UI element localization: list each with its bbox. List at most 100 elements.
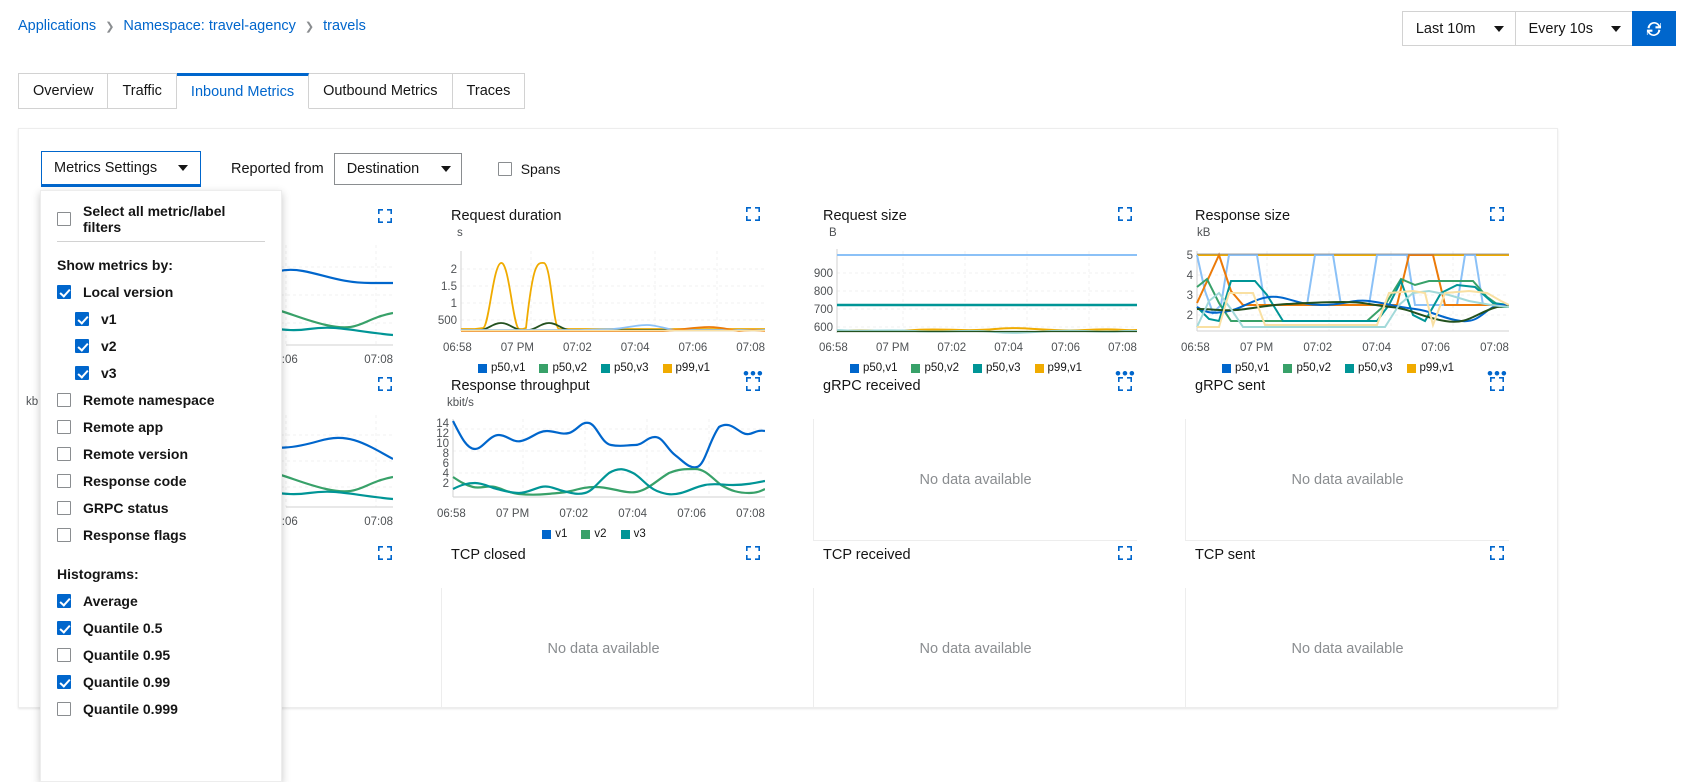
expand-icon[interactable] bbox=[1118, 207, 1132, 221]
filter-v1[interactable]: v1 bbox=[41, 305, 281, 332]
divider bbox=[57, 241, 265, 242]
legend-item[interactable]: p99,v1 bbox=[1407, 362, 1455, 374]
checkbox-box[interactable] bbox=[57, 702, 71, 716]
histogram-quantile-0-999[interactable]: Quantile 0.999 bbox=[41, 695, 281, 722]
panel-title: gRPC received bbox=[823, 378, 921, 394]
legend-item[interactable]: p50,v2 bbox=[911, 362, 959, 374]
x-tick: 07 PM bbox=[1240, 342, 1273, 354]
expand-icon[interactable] bbox=[746, 546, 760, 560]
legend-item[interactable]: p50,v1 bbox=[850, 362, 898, 374]
legend-item[interactable]: p50,v3 bbox=[1345, 362, 1393, 374]
histogram-quantile-0-95[interactable]: Quantile 0.95 bbox=[41, 641, 281, 668]
checkbox-box[interactable] bbox=[57, 212, 71, 226]
legend-item[interactable]: p50,v2 bbox=[539, 362, 587, 374]
legend-item[interactable]: p50,v3 bbox=[973, 362, 1021, 374]
breadcrumb-item-travels[interactable]: travels bbox=[323, 18, 366, 34]
legend-swatch bbox=[621, 530, 630, 539]
tab-traces[interactable]: Traces bbox=[453, 73, 526, 109]
expand-icon[interactable] bbox=[378, 546, 392, 560]
legend-label: p50,v2 bbox=[1296, 362, 1331, 374]
expand-icon[interactable] bbox=[746, 377, 760, 391]
legend-item[interactable]: v3 bbox=[621, 528, 646, 540]
expand-icon[interactable] bbox=[1490, 546, 1504, 560]
filter-label: Remote namespace bbox=[83, 392, 215, 408]
legend-item[interactable]: p50,v2 bbox=[1283, 362, 1331, 374]
tab-label: Outbound Metrics bbox=[323, 83, 437, 99]
checkbox-box[interactable] bbox=[57, 474, 71, 488]
expand-icon[interactable] bbox=[1118, 546, 1132, 560]
filter-grpc-status[interactable]: GRPC status bbox=[41, 494, 281, 521]
partial-y-unit-label: kb bbox=[26, 396, 38, 408]
x-tick: 07:08 bbox=[364, 516, 393, 528]
tab-traffic[interactable]: Traffic bbox=[108, 73, 176, 109]
panel-title: gRPC sent bbox=[1195, 378, 1265, 394]
panel-header: TCP received bbox=[785, 544, 1137, 566]
checkbox-box[interactable] bbox=[57, 675, 71, 689]
legend-item[interactable]: p50,v1 bbox=[1222, 362, 1270, 374]
checkbox-box[interactable] bbox=[57, 594, 71, 608]
legend-item[interactable]: p50,v1 bbox=[478, 362, 526, 374]
tab-outbound-metrics[interactable]: Outbound Metrics bbox=[309, 73, 452, 109]
expand-icon[interactable] bbox=[378, 209, 392, 223]
spans-checkbox[interactable]: Spans bbox=[498, 161, 561, 177]
x-tick: 07:06 bbox=[1421, 342, 1450, 354]
expand-icon[interactable] bbox=[1118, 377, 1132, 391]
filter-label: Remote app bbox=[83, 419, 163, 435]
refresh-interval-select[interactable]: Every 10s bbox=[1515, 11, 1632, 46]
filter-response-code[interactable]: Response code bbox=[41, 467, 281, 494]
metrics-settings-button[interactable]: Metrics Settings bbox=[41, 151, 201, 187]
tab-overview[interactable]: Overview bbox=[18, 73, 108, 109]
tab-inbound-metrics[interactable]: Inbound Metrics bbox=[177, 73, 309, 109]
svg-text:800: 800 bbox=[814, 286, 833, 298]
checkbox-box[interactable] bbox=[57, 648, 71, 662]
legend-item[interactable]: v1 bbox=[542, 528, 567, 540]
legend-label: p50,v3 bbox=[986, 362, 1021, 374]
filter-remote-version[interactable]: Remote version bbox=[41, 440, 281, 467]
expand-icon[interactable] bbox=[1490, 207, 1504, 221]
filter-v2[interactable]: v2 bbox=[41, 332, 281, 359]
checkbox-box[interactable] bbox=[57, 528, 71, 542]
x-axis: 06:58 07 PM 07:02 07:04 07:06 07:08 bbox=[443, 342, 765, 354]
legend-item[interactable]: p50,v3 bbox=[601, 362, 649, 374]
expand-icon[interactable] bbox=[746, 207, 760, 221]
checkbox-box[interactable] bbox=[75, 366, 89, 380]
legend-item[interactable]: p99,v1 bbox=[663, 362, 711, 374]
spans-checkbox-box[interactable] bbox=[498, 162, 512, 176]
checkbox-box[interactable] bbox=[57, 621, 71, 635]
histogram-quantile-0-99[interactable]: Quantile 0.99 bbox=[41, 668, 281, 695]
expand-icon[interactable] bbox=[378, 377, 392, 391]
histogram-average[interactable]: Average bbox=[41, 587, 281, 614]
tab-label: Inbound Metrics bbox=[191, 84, 294, 100]
filter-response-flags[interactable]: Response flags bbox=[41, 521, 281, 548]
checkbox-box[interactable] bbox=[57, 420, 71, 434]
refresh-button[interactable] bbox=[1632, 11, 1676, 46]
filter-remote-namespace[interactable]: Remote namespace bbox=[41, 386, 281, 413]
reported-from-select[interactable]: Destination bbox=[334, 153, 462, 185]
filter-label: Response flags bbox=[83, 527, 186, 543]
checkbox-box[interactable] bbox=[57, 393, 71, 407]
histogram-quantile-0-5[interactable]: Quantile 0.5 bbox=[41, 614, 281, 641]
checkbox-box[interactable] bbox=[75, 339, 89, 353]
svg-text:1.5: 1.5 bbox=[441, 281, 457, 293]
checkbox-box[interactable] bbox=[75, 312, 89, 326]
filter-remote-app[interactable]: Remote app bbox=[41, 413, 281, 440]
checkbox-box[interactable] bbox=[57, 501, 71, 515]
time-range-select[interactable]: Last 10m bbox=[1402, 11, 1515, 46]
filter-local-version[interactable]: Local version bbox=[41, 278, 281, 305]
filter-select-all[interactable]: Select all metric/label filters bbox=[41, 205, 281, 232]
x-tick: 07:04 bbox=[1362, 342, 1391, 354]
x-tick: 07:08 bbox=[1108, 342, 1137, 354]
panel-title: Request size bbox=[823, 208, 907, 224]
expand-icon[interactable] bbox=[1490, 377, 1504, 391]
checkbox-box[interactable] bbox=[57, 285, 71, 299]
checkbox-box[interactable] bbox=[57, 447, 71, 461]
breadcrumb-item-namespace[interactable]: Namespace: travel-agency bbox=[123, 18, 295, 34]
x-axis: 06:58 07 PM 07:02 07:04 07:06 07:08 bbox=[1181, 342, 1509, 354]
legend-item[interactable]: v2 bbox=[581, 528, 606, 540]
metrics-toolbar: Metrics Settings Reported from Destinati… bbox=[41, 151, 560, 187]
breadcrumb-item-applications[interactable]: Applications bbox=[18, 18, 96, 34]
filter-v3[interactable]: v3 bbox=[41, 359, 281, 386]
svg-text:5: 5 bbox=[1187, 250, 1193, 262]
legend-item[interactable]: p99,v1 bbox=[1035, 362, 1083, 374]
legend-label: v1 bbox=[555, 528, 567, 540]
